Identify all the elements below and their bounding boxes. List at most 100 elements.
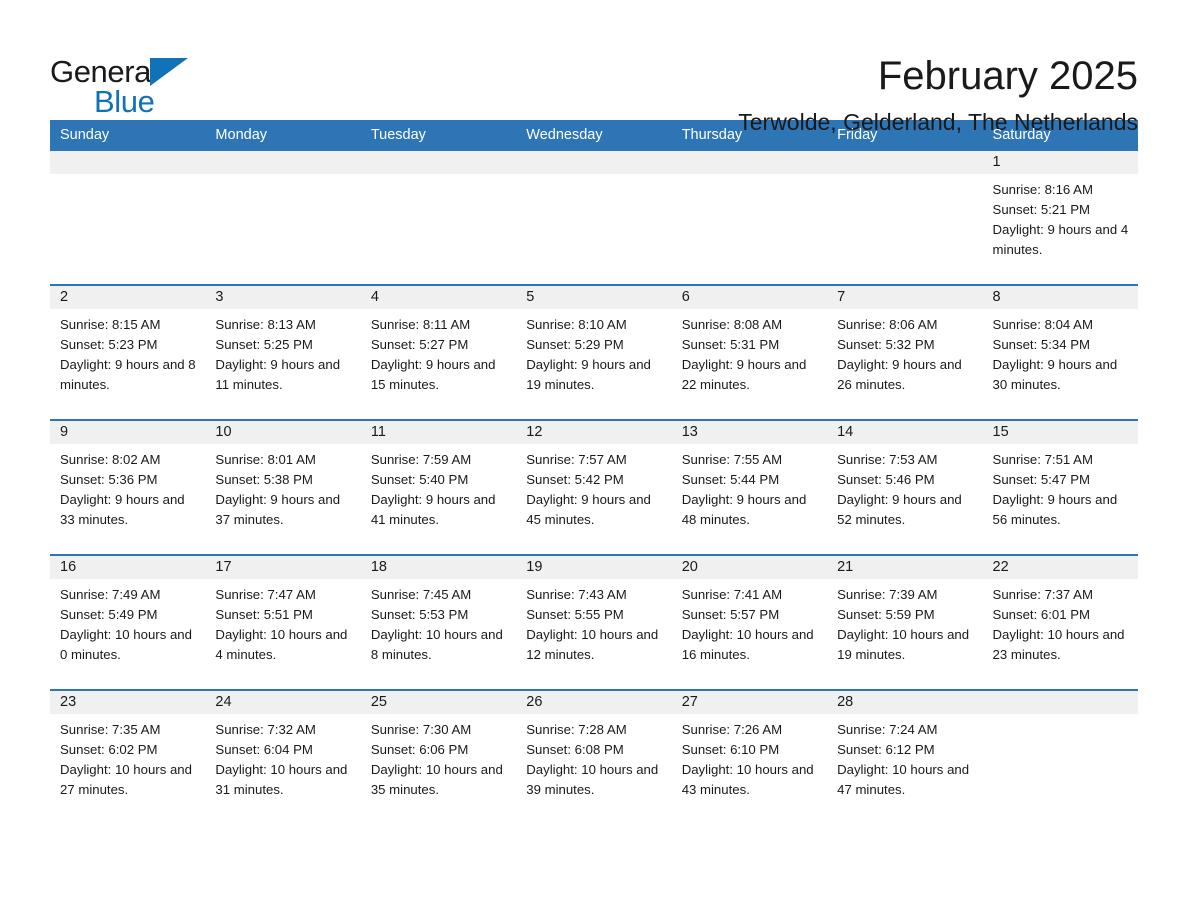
daylight-text: Daylight: 10 hours and 35 minutes.: [370, 762, 503, 797]
calendar-day-cell[interactable]: 25 Sunrise: 7:30 AM Sunset: 6:06 PM Dayligh…: [360, 691, 517, 824]
calendar-day-cell[interactable]: 22 Sunrise: 7:37 AM Sunset: 6:01 PM Dayligh…: [982, 556, 1138, 689]
calendar-day-cell[interactable]: 23 Sunrise: 7:35 AM Sunset: 6:02 PM Dayligh…: [50, 691, 206, 824]
sunset-text: Sunset: 5:32 PM: [837, 337, 935, 352]
day-number: 9: [50, 421, 206, 444]
day-details: Sunrise: 8:10 AM Sunset: 5:29 PM Daylight:…: [516, 309, 671, 395]
day-number: 14: [827, 421, 983, 444]
calendar-week-row: 2 Sunrise: 8:15 AM Sunset: 5:23 PM Daylight…: [50, 284, 1138, 420]
sunset-text: Sunset: 5:46 PM: [837, 472, 935, 487]
calendar-empty-cell: [671, 151, 828, 284]
day-details: Sunrise: 7:43 AM Sunset: 5:55 PM Daylight:…: [516, 579, 671, 665]
calendar-day-cell[interactable]: 21 Sunrise: 7:39 AM Sunset: 5:59 PM Dayligh…: [827, 556, 983, 689]
day-details: Sunrise: 8:11 AM Sunset: 5:27 PM Daylight:…: [361, 309, 516, 395]
calendar-day-cell[interactable]: 11 Sunrise: 7:59 AM Sunset: 5:40 PM Dayligh…: [360, 421, 517, 554]
day-details: Sunrise: 7:39 AM Sunset: 5:59 PM Daylight:…: [827, 579, 982, 665]
day-details: Sunrise: 8:15 AM Sunset: 5:23 PM Daylight:…: [50, 309, 205, 395]
sunset-text: Sunset: 5:53 PM: [370, 607, 469, 622]
daylight-text: Daylight: 10 hours and 0 minutes.: [60, 627, 192, 662]
daylight-text: Daylight: 9 hours and 52 minutes.: [837, 492, 962, 527]
day-number: [671, 151, 828, 174]
calendar-empty-cell: [827, 151, 983, 284]
sunrise-text: Sunrise: 8:08 AM: [681, 317, 783, 332]
calendar-day-cell[interactable]: 27 Sunrise: 7:26 AM Sunset: 6:10 PM Dayligh…: [671, 691, 828, 824]
sunrise-text: Sunrise: 7:37 AM: [992, 587, 1093, 602]
calendar-day-cell[interactable]: 24 Sunrise: 7:32 AM Sunset: 6:04 PM Dayligh…: [205, 691, 361, 824]
sunset-text: Sunset: 5:25 PM: [215, 337, 313, 352]
day-details: Sunrise: 7:51 AM Sunset: 5:47 PM Daylight:…: [983, 444, 1138, 530]
day-details: Sunrise: 7:45 AM Sunset: 5:53 PM Daylight:…: [361, 579, 516, 665]
calendar-day-cell[interactable]: 15 Sunrise: 7:51 AM Sunset: 5:47 PM Dayligh…: [982, 421, 1138, 554]
calendar-day-cell[interactable]: 17 Sunrise: 7:47 AM Sunset: 5:51 PM Dayligh…: [205, 556, 361, 689]
calendar-day-cell[interactable]: 8 Sunrise: 8:04 AM Sunset: 5:34 PM Daylight…: [982, 286, 1138, 419]
sunset-text: Sunset: 5:40 PM: [370, 472, 469, 487]
daylight-text: Daylight: 9 hours and 8 minutes.: [60, 357, 196, 392]
calendar-day-cell[interactable]: 3 Sunrise: 8:13 AM Sunset: 5:25 PM Daylight…: [205, 286, 361, 419]
daylight-text: Daylight: 10 hours and 43 minutes.: [681, 762, 814, 797]
calendar-day-cell[interactable]: 12 Sunrise: 7:57 AM Sunset: 5:42 PM Dayligh…: [516, 421, 672, 554]
sunrise-text: Sunrise: 7:55 AM: [681, 452, 783, 467]
daylight-text: Daylight: 9 hours and 15 minutes.: [370, 357, 496, 392]
calendar-day-cell[interactable]: 10 Sunrise: 8:01 AM Sunset: 5:38 PM Dayligh…: [205, 421, 361, 554]
daylight-text: Daylight: 9 hours and 45 minutes.: [526, 492, 651, 527]
day-number: 20: [671, 556, 828, 579]
sunset-text: Sunset: 6:12 PM: [837, 742, 935, 757]
calendar-week-row: 16 Sunrise: 7:49 AM Sunset: 5:49 PM Dayligh…: [50, 554, 1138, 690]
sunrise-sunset-calendar: Sunday Monday Tuesday Wednesday Thursday…: [50, 120, 1138, 824]
daylight-text: Daylight: 9 hours and 30 minutes.: [992, 357, 1118, 392]
calendar-day-cell[interactable]: 5 Sunrise: 8:10 AM Sunset: 5:29 PM Daylight…: [516, 286, 672, 419]
sunrise-text: Sunrise: 7:53 AM: [837, 452, 938, 467]
calendar-day-cell[interactable]: 6 Sunrise: 8:08 AM Sunset: 5:31 PM Daylight…: [671, 286, 828, 419]
daylight-text: Daylight: 9 hours and 56 minutes.: [992, 492, 1118, 527]
day-number: 26: [516, 691, 672, 714]
sunset-text: Sunset: 6:10 PM: [681, 742, 780, 757]
sunrise-text: Sunrise: 7:39 AM: [837, 587, 938, 602]
calendar-day-cell[interactable]: 2 Sunrise: 8:15 AM Sunset: 5:23 PM Daylight…: [50, 286, 206, 419]
calendar-day-cell[interactable]: 26 Sunrise: 7:28 AM Sunset: 6:08 PM Dayligh…: [516, 691, 672, 824]
day-details: Sunrise: 7:28 AM Sunset: 6:08 PM Daylight:…: [516, 714, 671, 800]
calendar-day-cell[interactable]: 20 Sunrise: 7:41 AM Sunset: 5:57 PM Dayligh…: [671, 556, 828, 689]
calendar-day-cell[interactable]: 19 Sunrise: 7:43 AM Sunset: 5:55 PM Dayligh…: [516, 556, 672, 689]
day-number: 15: [982, 421, 1138, 444]
calendar-page: General Blue February 2025 Terwolde, Gel…: [0, 0, 1188, 918]
daylight-text: Daylight: 10 hours and 19 minutes.: [837, 627, 970, 662]
sunrise-text: Sunrise: 8:06 AM: [837, 317, 938, 332]
day-details: Sunrise: 8:08 AM Sunset: 5:31 PM Daylight:…: [672, 309, 827, 395]
daylight-text: Daylight: 10 hours and 4 minutes.: [215, 627, 348, 662]
daylight-text: Daylight: 10 hours and 23 minutes.: [992, 627, 1125, 662]
calendar-week-row: 23 Sunrise: 7:35 AM Sunset: 6:02 PM Dayligh…: [50, 689, 1138, 824]
calendar-day-cell[interactable]: 4 Sunrise: 8:11 AM Sunset: 5:27 PM Daylight…: [360, 286, 517, 419]
page-header: General Blue February 2025 Terwolde, Gel…: [50, 0, 1138, 135]
sunrise-text: Sunrise: 7:49 AM: [60, 587, 161, 602]
day-number: 22: [982, 556, 1138, 579]
sunrise-text: Sunrise: 8:10 AM: [526, 317, 627, 332]
day-number: 25: [360, 691, 517, 714]
day-number: 17: [205, 556, 361, 579]
day-number: [360, 151, 517, 174]
sunrise-text: Sunrise: 8:11 AM: [370, 317, 471, 332]
day-number: 12: [516, 421, 672, 444]
sunset-text: Sunset: 5:31 PM: [681, 337, 780, 352]
daylight-text: Daylight: 10 hours and 12 minutes.: [526, 627, 659, 662]
daylight-text: Daylight: 9 hours and 37 minutes.: [215, 492, 341, 527]
calendar-day-cell[interactable]: 16 Sunrise: 7:49 AM Sunset: 5:49 PM Dayligh…: [50, 556, 206, 689]
calendar-day-cell[interactable]: 14 Sunrise: 7:53 AM Sunset: 5:46 PM Dayligh…: [827, 421, 983, 554]
sunset-text: Sunset: 6:04 PM: [215, 742, 313, 757]
calendar-day-cell[interactable]: 18 Sunrise: 7:45 AM Sunset: 5:53 PM Dayligh…: [360, 556, 517, 689]
calendar-day-cell[interactable]: 7 Sunrise: 8:06 AM Sunset: 5:32 PM Daylight…: [827, 286, 983, 419]
calendar-day-cell[interactable]: 1 Sunrise: 8:16 AM Sunset: 5:21 PM Daylight…: [982, 151, 1138, 284]
weekday-header-sunday: Sunday: [50, 120, 206, 151]
daylight-text: Daylight: 10 hours and 31 minutes.: [215, 762, 348, 797]
day-details: Sunrise: 7:59 AM Sunset: 5:40 PM Daylight:…: [361, 444, 516, 530]
logo-text-blue: Blue: [94, 84, 155, 119]
sunset-text: Sunset: 5:49 PM: [60, 607, 158, 622]
sunrise-text: Sunrise: 8:01 AM: [215, 452, 316, 467]
calendar-day-cell[interactable]: 28 Sunrise: 7:24 AM Sunset: 6:12 PM Dayligh…: [827, 691, 983, 824]
day-details: Sunrise: 8:13 AM Sunset: 5:25 PM Daylight:…: [205, 309, 360, 395]
sunset-text: Sunset: 5:51 PM: [215, 607, 313, 622]
general-blue-logo[interactable]: General Blue: [50, 50, 210, 120]
day-number: 7: [827, 286, 983, 309]
sunrise-text: Sunrise: 7:26 AM: [681, 722, 783, 737]
calendar-day-cell[interactable]: 9 Sunrise: 8:02 AM Sunset: 5:36 PM Daylight…: [50, 421, 206, 554]
calendar-day-cell[interactable]: 13 Sunrise: 7:55 AM Sunset: 5:44 PM Dayligh…: [671, 421, 828, 554]
sunset-text: Sunset: 5:21 PM: [992, 202, 1091, 217]
